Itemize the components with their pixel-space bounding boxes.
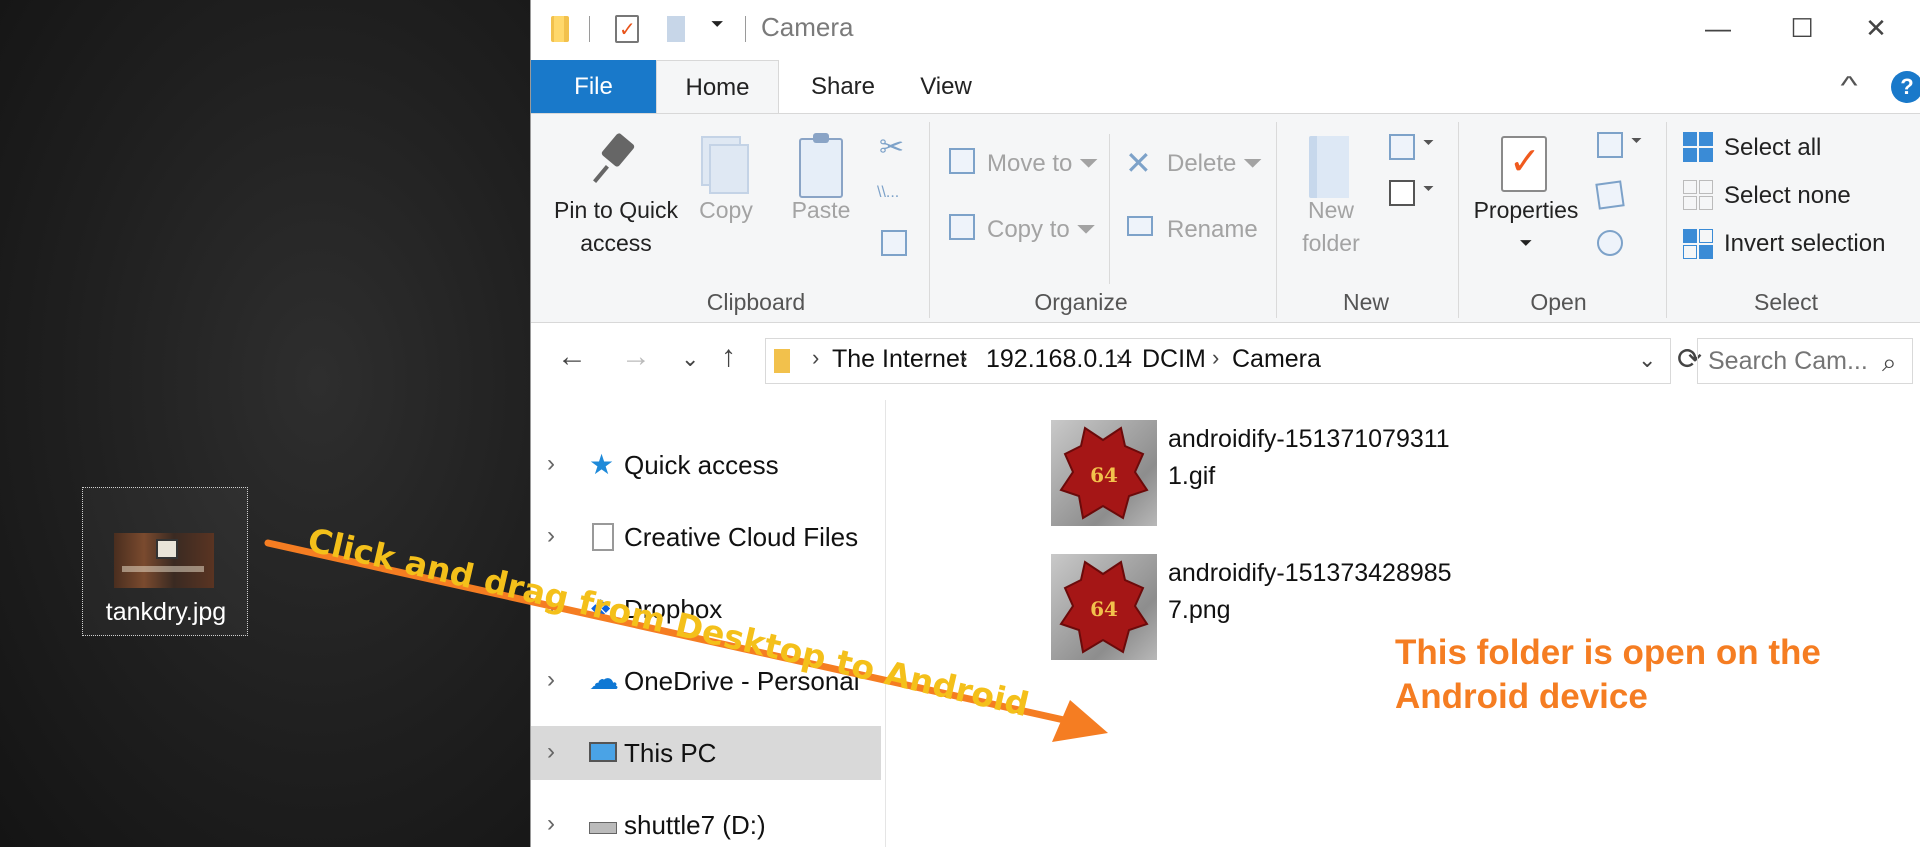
folder-note-line2: Android device [1395, 677, 1648, 716]
drag-arrow [264, 539, 1108, 742]
folder-note-line1: This folder is open on the [1395, 633, 1821, 672]
folder-note: This folder is open on the Android devic… [1395, 631, 1821, 719]
